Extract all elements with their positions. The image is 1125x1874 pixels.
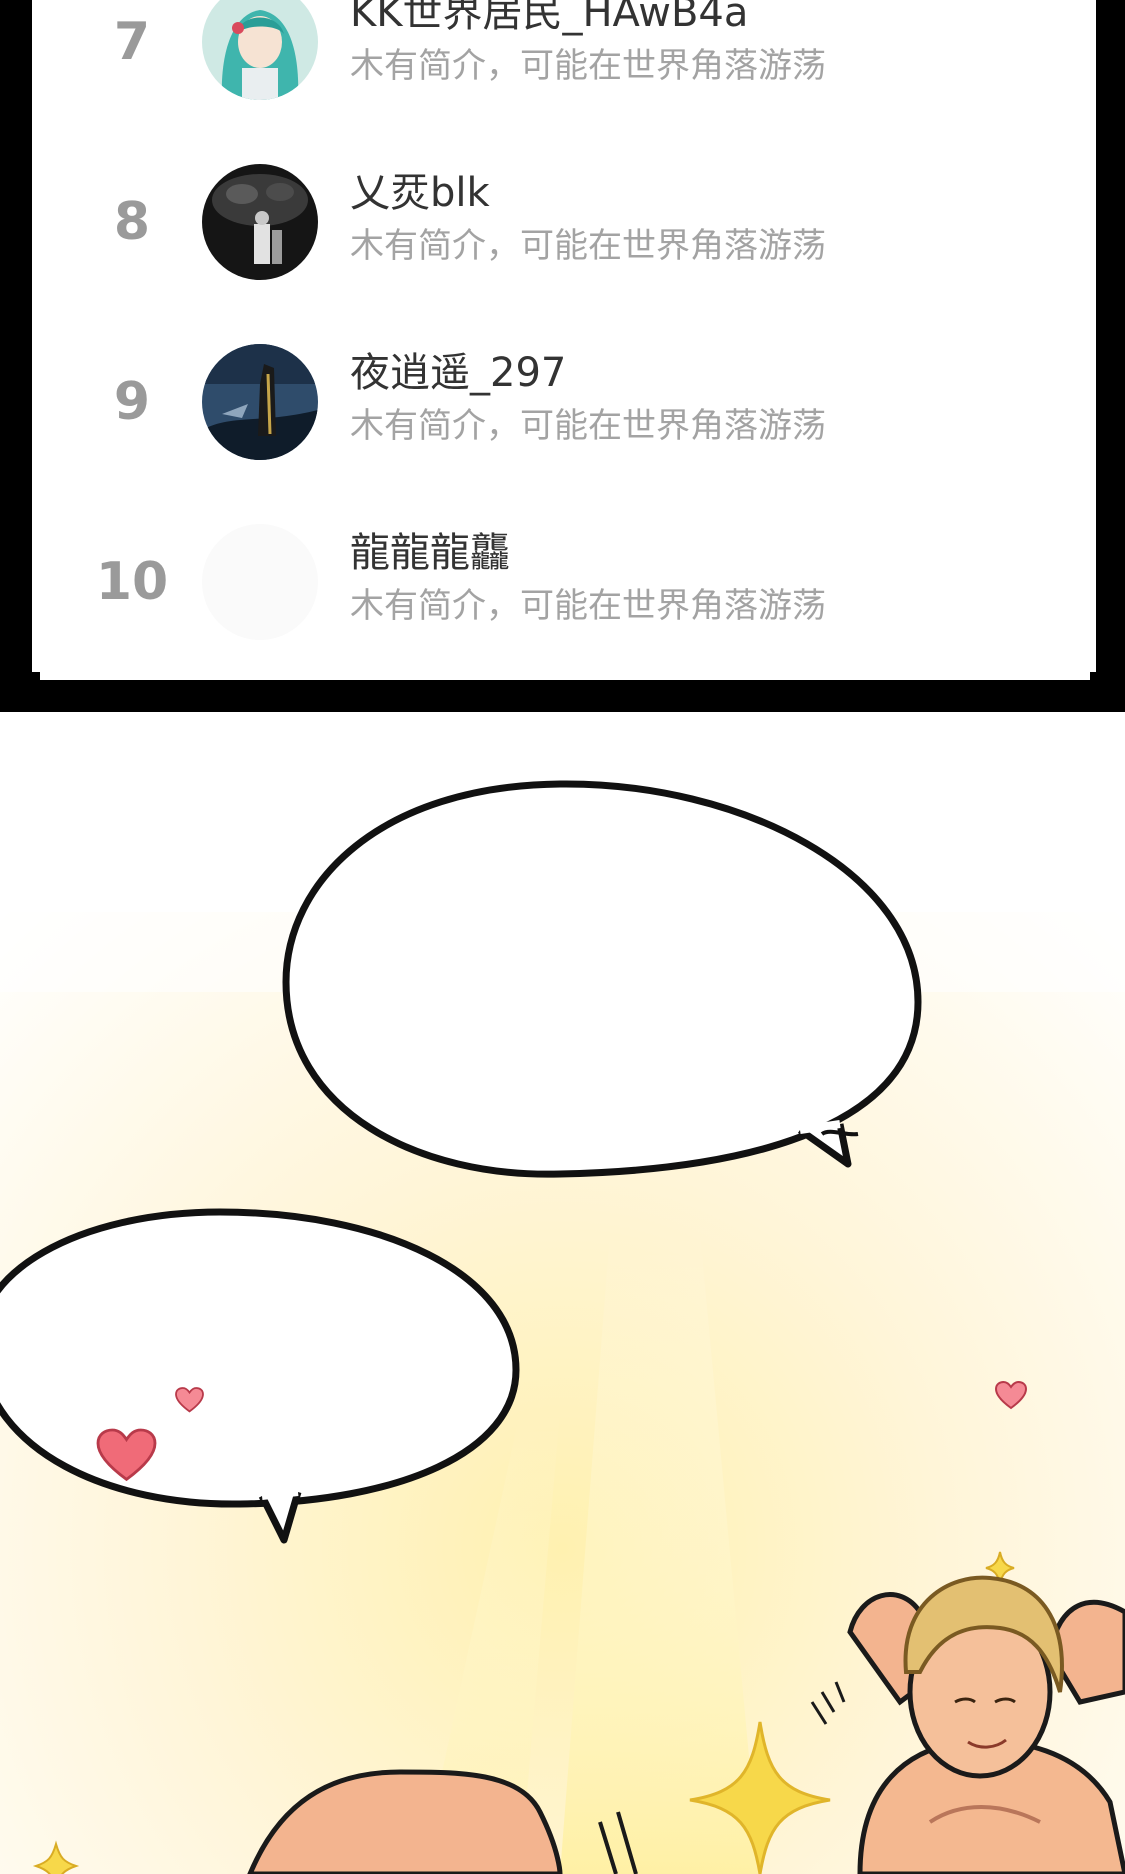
teal-haired-girl-avatar-image bbox=[202, 0, 318, 100]
ranking-row[interactable]: 8 乂烎blk 木有简介，可能在世界角落游荡 bbox=[32, 142, 1096, 302]
avatar[interactable] bbox=[202, 344, 318, 460]
ranking-row[interactable]: 7 KK世界居民_HAwB4a 木有简介，可能在世界角落游荡 bbox=[32, 0, 1096, 122]
user-bio: 木有简介，可能在世界角落游荡 bbox=[350, 586, 826, 626]
ranking-panel-frame: 7 KK世界居民_HAwB4a 木有简介，可能在世界角落游荡 8 乂烎blk 木… bbox=[0, 0, 1125, 712]
comic-illustration bbox=[0, 712, 1125, 1874]
ranking-list: 7 KK世界居民_HAwB4a 木有简介，可能在世界角落游荡 8 乂烎blk 木… bbox=[32, 0, 1096, 672]
user-bio: 木有简介，可能在世界角落游荡 bbox=[350, 226, 826, 266]
avatar[interactable] bbox=[202, 524, 318, 640]
username[interactable]: 龍龍龍龘 bbox=[350, 520, 510, 578]
rank-number: 9 bbox=[113, 372, 151, 432]
rank-number: 8 bbox=[113, 192, 151, 252]
dark-photo-avatar-image bbox=[202, 164, 318, 280]
user-bio: 木有简介，可能在世界角落游荡 bbox=[350, 46, 826, 86]
username[interactable]: KK世界居民_HAwB4a bbox=[350, 0, 748, 38]
username[interactable]: 乂烎blk bbox=[350, 160, 490, 218]
card-shadow-lip bbox=[40, 672, 1090, 680]
avatar[interactable] bbox=[202, 164, 318, 280]
comic-panel bbox=[0, 712, 1125, 1874]
rank-number: 7 bbox=[113, 12, 151, 72]
avatar[interactable] bbox=[202, 0, 318, 100]
user-bio: 木有简介，可能在世界角落游荡 bbox=[350, 406, 826, 446]
username[interactable]: 夜逍遥_297 bbox=[350, 340, 566, 398]
ranking-row[interactable]: 10 龍龍龍龘 木有简介，可能在世界角落游荡 bbox=[32, 502, 1096, 662]
night-figure-avatar-image bbox=[202, 344, 318, 460]
rank-number: 10 bbox=[95, 552, 169, 612]
ranking-row[interactable]: 9 夜逍遥_297 木有简介，可能在世界角落游荡 bbox=[32, 322, 1096, 482]
